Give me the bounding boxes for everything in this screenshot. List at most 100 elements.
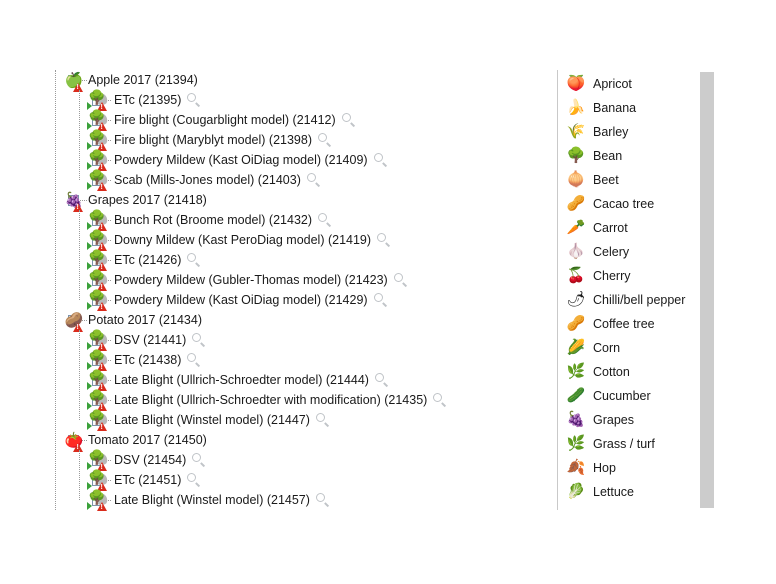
cacao-tree-icon: 🥜: [566, 195, 586, 212]
tree-root-grapes-2017[interactable]: 🍇 Grapes 2017 (21418): [0, 190, 556, 212]
tree-root-label: Potato 2017 (21434): [88, 313, 202, 327]
model-icon: 🌳: [86, 450, 110, 471]
crop-list-item-label: Lettuce: [593, 485, 635, 499]
tree-node-label: Powdery Mildew (Gubler-Thomas model) (21…: [114, 273, 388, 287]
tree-node-potato-lb-winstel[interactable]: 🌳 Late Blight (Winstel model) (21447): [0, 410, 556, 431]
run-arrow-icon: [87, 502, 92, 510]
magnifier-icon[interactable]: [191, 332, 207, 348]
crop-list-item-banana[interactable]: 🍌 Banana: [565, 96, 715, 120]
model-tree: 🍏 Apple 2017 (21394) 🌳 ETc (21395) 🌳 Fire bli…: [0, 70, 556, 511]
magnifier-handle: [382, 162, 387, 167]
tree-root-potato-2017[interactable]: 🥔 Potato 2017 (21434): [0, 310, 556, 332]
model-icon: 🌳: [86, 250, 110, 271]
tree-node-grapes-downy[interactable]: 🌳 Downy Mildew (Kast PeroDiag model) (214…: [0, 230, 556, 251]
crop-list-item-cucumber[interactable]: 🥒 Cucumber: [565, 384, 715, 408]
apricot-icon: 🍑: [566, 75, 586, 92]
tree-children-apple-2017: 🌳 ETc (21395) 🌳 Fire blight (Cougarblight m…: [0, 90, 556, 191]
tree-node-potato-etc[interactable]: 🌳 ETc (21438): [0, 350, 556, 371]
crop-list-item-coffee-tree[interactable]: 🥜 Coffee tree: [565, 312, 715, 336]
magnifier-icon[interactable]: [393, 272, 409, 288]
crop-list-item-chilli-pepper[interactable]: 🌶 Chilli/bell pepper: [565, 288, 715, 312]
tree-node-potato-lb-us-mod[interactable]: 🌳 Late Blight (Ullrich-Schroedter with mo…: [0, 390, 556, 411]
tree-node-tomato-dsv[interactable]: 🌳 DSV (21454): [0, 450, 556, 471]
crop-list-item-label: Beet: [593, 173, 619, 187]
tree-node-apple-fb-cougar[interactable]: 🌳 Fire blight (Cougarblight model) (21412…: [0, 110, 556, 131]
crop-list-item-carrot[interactable]: 🥕 Carrot: [565, 216, 715, 240]
magnifier-handle: [324, 502, 330, 507]
magnifier-icon[interactable]: [374, 372, 390, 388]
magnifier-icon[interactable]: [186, 92, 202, 108]
tree-node-grapes-etc[interactable]: 🌳 ETc (21426): [0, 250, 556, 271]
crop-list-item-grass-turf[interactable]: 🌿 Grass / turf: [565, 432, 715, 456]
model-icon: 🌳: [86, 290, 110, 311]
model-icon: 🌳: [86, 210, 110, 231]
magnifier-icon[interactable]: [315, 492, 331, 508]
tree-node-potato-lb-us[interactable]: 🌳 Late Blight (Ullrich-Schroedter model) …: [0, 370, 556, 391]
crop-list: 🍑 Apricot 🍌 Banana 🌾 Barley 🌳 Bean 🧅 Beet 🥜 Cacao t…: [565, 72, 715, 504]
run-arrow-icon: [87, 422, 92, 430]
magnifier-ring: [187, 93, 197, 102]
crop-list-item-hop[interactable]: 🍂 Hop: [565, 456, 715, 480]
tree-node-label: Late Blight (Ullrich-Schroedter with mod…: [114, 393, 428, 407]
crop-list-item-cacao-tree[interactable]: 🥜 Cacao tree: [565, 192, 715, 216]
crop-list-scrollbar[interactable]: [700, 72, 714, 508]
magnifier-handle: [195, 362, 201, 367]
apple-icon: 🍏: [64, 71, 84, 92]
crop-list-item-beet[interactable]: 🧅 Beet: [565, 168, 715, 192]
model-icon: 🌳: [86, 390, 110, 411]
magnifier-handle: [385, 242, 391, 247]
crop-list-item-lettuce[interactable]: 🥬 Lettuce: [565, 480, 715, 504]
potato-icon: 🥔: [64, 311, 84, 332]
tree-node-label: Late Blight (Winstel model) (21447): [114, 413, 310, 427]
run-arrow-icon: [87, 182, 92, 190]
magnifier-handle: [324, 422, 330, 427]
magnifier-ring: [306, 173, 316, 182]
tree-root-label: Tomato 2017 (21450): [88, 433, 207, 447]
model-icon: 🌳: [86, 150, 110, 171]
magnifier-icon[interactable]: [186, 352, 202, 368]
magnifier-icon[interactable]: [186, 472, 202, 488]
magnifier-icon[interactable]: [306, 172, 322, 188]
magnifier-icon[interactable]: [373, 152, 389, 168]
magnifier-icon[interactable]: [341, 112, 357, 128]
tree-node-apple-pm-kast[interactable]: 🌳 Powdery Mildew (Kast OiDiag model) (214…: [0, 150, 556, 171]
magnifier-icon[interactable]: [191, 452, 207, 468]
tree-node-tomato-etc[interactable]: 🌳 ETc (21451): [0, 470, 556, 491]
magnifier-icon[interactable]: [317, 212, 333, 228]
warning-triangle-icon: [97, 502, 107, 511]
magnifier-ring: [192, 333, 202, 342]
magnifier-handle: [382, 302, 387, 307]
crop-list-panel: 🍑 Apricot 🍌 Banana 🌾 Barley 🌳 Bean 🧅 Beet 🥜 Cacao t…: [557, 0, 776, 584]
magnifier-icon[interactable]: [373, 292, 389, 308]
tree-root-label: Apple 2017 (21394): [88, 73, 198, 87]
tree-node-apple-scab[interactable]: 🌳 Scab (Mills-Jones model) (21403): [0, 170, 556, 191]
tree-node-apple-fb-mary[interactable]: 🌳 Fire blight (Maryblyt model) (21398): [0, 130, 556, 151]
crop-list-item-grapes[interactable]: 🍇 Grapes: [565, 408, 715, 432]
tree-node-apple-etc[interactable]: 🌳 ETc (21395): [0, 90, 556, 111]
magnifier-icon[interactable]: [432, 392, 448, 408]
crop-list-item-corn[interactable]: 🌽 Corn: [565, 336, 715, 360]
magnifier-handle: [350, 122, 355, 127]
magnifier-icon[interactable]: [315, 412, 331, 428]
crop-list-item-cherry[interactable]: 🍒 Cherry: [565, 264, 715, 288]
tree-root-apple-2017[interactable]: 🍏 Apple 2017 (21394): [0, 70, 556, 92]
magnifier-icon[interactable]: [376, 232, 392, 248]
magnifier-ring: [318, 213, 328, 222]
magnifier-icon[interactable]: [186, 252, 202, 268]
tree-node-potato-dsv[interactable]: 🌳 DSV (21441): [0, 330, 556, 351]
crop-list-item-label: Carrot: [593, 221, 628, 235]
tree-node-tomato-lb-winstel[interactable]: 🌳 Late Blight (Winstel model) (21457): [0, 490, 556, 511]
crop-list-item-bean[interactable]: 🌳 Bean: [565, 144, 715, 168]
tree-root-label: Grapes 2017 (21418): [88, 193, 207, 207]
crop-list-item-celery[interactable]: 🧄 Celery: [565, 240, 715, 264]
crop-list-item-label: Celery: [593, 245, 630, 259]
crop-list-item-cotton[interactable]: 🌿 Cotton: [565, 360, 715, 384]
crop-list-item-apricot[interactable]: 🍑 Apricot: [565, 72, 715, 96]
crop-list-item-barley[interactable]: 🌾 Barley: [565, 120, 715, 144]
tree-node-grapes-bunch-rot[interactable]: 🌳 Bunch Rot (Broome model) (21432): [0, 210, 556, 231]
magnifier-icon[interactable]: [317, 132, 333, 148]
tree-node-grapes-pm-gubler[interactable]: 🌳 Powdery Mildew (Gubler-Thomas model) (2…: [0, 270, 556, 291]
tree-node-label: DSV (21454): [114, 453, 187, 467]
tree-root-tomato-2017[interactable]: 🍅 Tomato 2017 (21450): [0, 430, 556, 452]
tree-node-grapes-pm-kast[interactable]: 🌳 Powdery Mildew (Kast OiDiag model) (214…: [0, 290, 556, 311]
